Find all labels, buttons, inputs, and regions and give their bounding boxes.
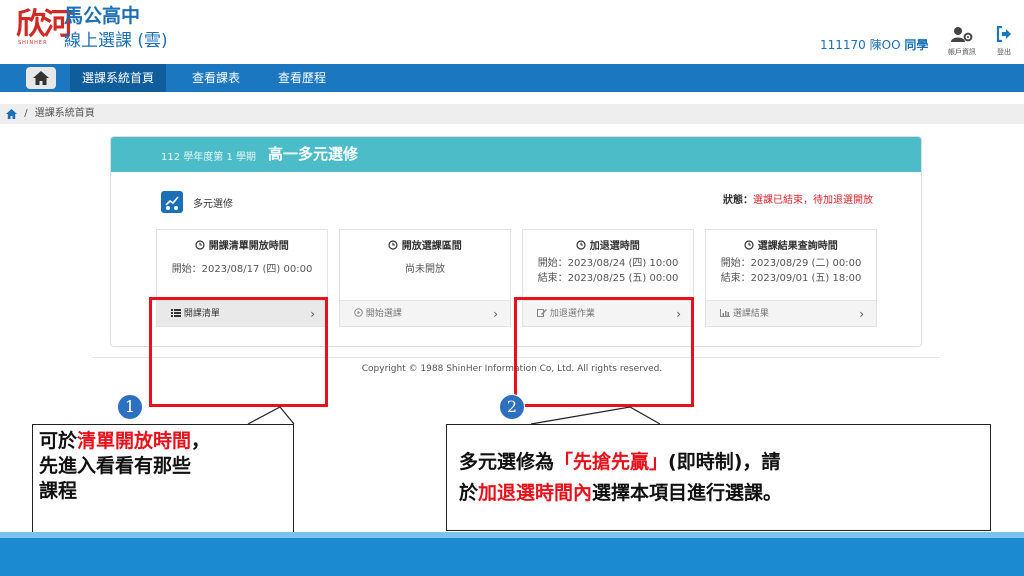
logout-button[interactable]: 登出: [990, 25, 1018, 57]
category-icon: [161, 191, 183, 213]
start-selection-button[interactable]: 開始選課 ›: [340, 300, 510, 326]
callout-step-2: 多元選修為「先搶先贏」(即時制)，請 於加退選時間內選擇本項目進行選課。: [446, 424, 991, 531]
callout-line: 多元選修為「先搶先贏」(即時制)，請: [459, 451, 781, 473]
card-line: 尚未開放: [405, 264, 445, 275]
home-icon[interactable]: [6, 109, 17, 119]
chart-people-icon: [165, 196, 179, 210]
breadcrumb: / 選課系統首頁: [0, 104, 1024, 124]
home-icon: [33, 71, 49, 85]
clock-icon: [195, 240, 205, 250]
nav-bar: 選課系統首頁 查看課表 查看歷程: [0, 64, 1024, 92]
callout-line: 課程: [39, 480, 78, 502]
logo[interactable]: 欣河 SHINHER: [16, 7, 73, 47]
account-label: 帳戶資訊: [948, 48, 976, 56]
highlight-box-add-drop: [514, 297, 694, 407]
card-title: 開課清單開放時間: [157, 237, 327, 252]
card-line: 開始：2023/08/17 (四) 00:00: [171, 264, 313, 275]
card-line: 開始：2023/08/24 (四) 10:00: [537, 258, 679, 269]
chevron-right-icon: ›: [493, 307, 498, 321]
clock-icon: [576, 240, 586, 250]
card-body: 開始：2023/08/17 (四) 00:00: [157, 262, 327, 277]
status-label: 狀態：: [723, 195, 753, 206]
card-result-query-time: 選課結果查詢時間 開始：2023/08/29 (二) 00:00 結束：2023…: [705, 229, 877, 327]
chart-icon: [720, 309, 730, 317]
account-button[interactable]: 帳戶資訊: [948, 26, 976, 57]
step-badge-1: 1: [117, 394, 143, 420]
logout-icon: [996, 25, 1011, 43]
user-info: 111170 陳OO 同學: [820, 36, 928, 53]
status-value: 選課已結束，待加退選開放: [753, 195, 873, 206]
nav-item-timetable[interactable]: 查看課表: [192, 64, 240, 92]
status-text: 狀態：選課已結束，待加退選開放: [723, 191, 873, 206]
card-title: 加退選時間: [523, 237, 693, 252]
header: 欣河 SHINHER 馬公高中 線上選課 (雲) 111170 陳OO 同學 帳…: [0, 0, 1024, 64]
logo-sub: SHINHER: [18, 40, 48, 46]
card-line: 開始：2023/08/29 (二) 00:00: [720, 258, 862, 269]
user-gear-icon: [951, 27, 973, 42]
step-badge-2: 2: [499, 394, 525, 420]
highlight-box-course-list: [149, 297, 328, 407]
card-selection-period: 開放選課區間 尚未開放 開始選課 ›: [339, 229, 511, 327]
callout-step-1: 可於清單開放時間， 先進入看看有那些 課程: [32, 424, 294, 538]
clock-icon: [744, 240, 754, 250]
clock-icon: [388, 240, 398, 250]
chevron-right-icon: ›: [859, 307, 864, 321]
user-role: 同學: [904, 38, 929, 52]
logo-mark: 欣河: [16, 7, 73, 42]
selection-result-button[interactable]: 選課結果 ›: [706, 300, 876, 326]
card-title: 選課結果查詢時間: [706, 237, 876, 252]
panel-title: 高一多元選修: [268, 145, 359, 163]
logout-label: 登出: [997, 48, 1011, 56]
play-icon: [354, 308, 363, 317]
school-name: 馬公高中: [64, 5, 141, 27]
card-body: 尚未開放: [340, 262, 510, 277]
user-id: 111170 陳OO: [820, 38, 901, 52]
callout-line: 於加退選時間內選擇本項目進行選課。: [459, 482, 783, 504]
breadcrumb-current: 選課系統首頁: [34, 108, 95, 119]
callout-line: 可於清單開放時間，: [39, 430, 211, 452]
breadcrumb-separator: /: [24, 108, 28, 119]
nav-home-button[interactable]: [26, 67, 56, 89]
category-label: 多元選修: [193, 199, 233, 210]
system-name: 線上選課 (雲): [64, 31, 168, 51]
callout-line: 先進入看看有那些: [39, 455, 192, 477]
card-title: 開放選課區間: [340, 237, 510, 252]
nav-item-history[interactable]: 查看歷程: [278, 64, 326, 92]
card-body: 開始：2023/08/24 (四) 10:00 結束：2023/08/25 (五…: [523, 256, 693, 286]
card-line: 結束：2023/09/01 (五) 18:00: [720, 273, 862, 284]
panel-header: 112 學年度第 1 學期 高一多元選修: [111, 137, 921, 172]
card-body: 開始：2023/08/29 (二) 00:00 結束：2023/09/01 (五…: [706, 256, 876, 286]
card-line: 結束：2023/08/25 (五) 00:00: [537, 273, 679, 284]
nav-item-home[interactable]: 選課系統首頁: [70, 64, 167, 92]
slide-footer-bar: [0, 538, 1024, 576]
term-label: 112 學年度第 1 學期: [161, 152, 256, 163]
